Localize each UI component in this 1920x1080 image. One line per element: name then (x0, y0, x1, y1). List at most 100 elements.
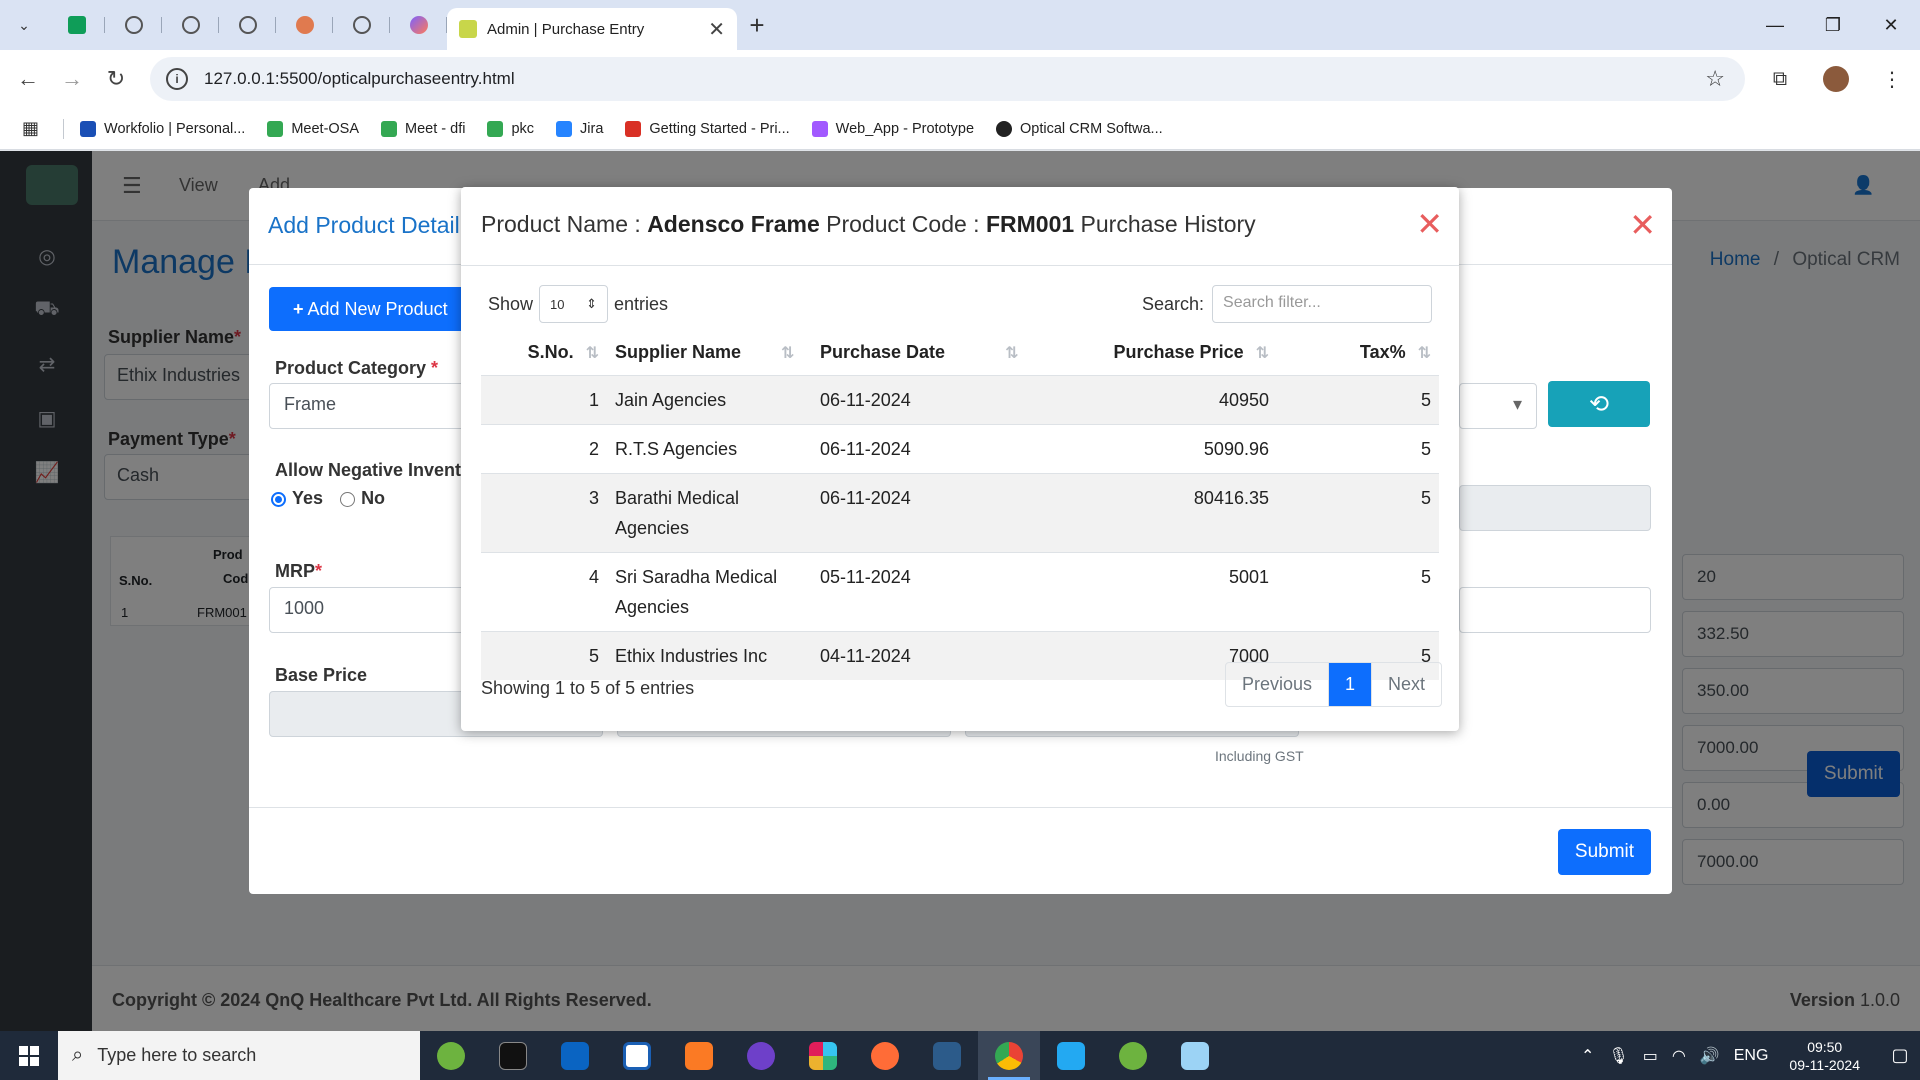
close-icon[interactable]: ✕ (1416, 205, 1443, 243)
battery-icon[interactable]: ▭ (1643, 1046, 1658, 1066)
sort-icon: ⇅ (1417, 345, 1431, 363)
restore-icon[interactable]: ❐ (1804, 0, 1862, 50)
product-select-dropdown[interactable]: ▾ (1459, 383, 1537, 429)
product-code: FRM001 (985, 211, 1075, 237)
table-info: Showing 1 to 5 of 5 entries (481, 678, 695, 698)
reload-icon[interactable]: ↻ (94, 66, 138, 92)
notification-icon[interactable]: ▢ (1880, 1045, 1920, 1066)
taskbar-app-github[interactable] (730, 1031, 792, 1080)
taskbar-app-terminal[interactable] (482, 1031, 544, 1080)
history-icon: ⟲ (1588, 390, 1610, 418)
bookmark-item[interactable]: Optical CRM Softwa... (996, 120, 1163, 137)
bookmark-item[interactable]: Meet - dfi (381, 120, 465, 137)
search-input[interactable]: Search filter... (1212, 285, 1433, 323)
start-button[interactable] (0, 1031, 58, 1080)
taskbar-search-placeholder: Type here to search (97, 1045, 257, 1065)
microphone-icon[interactable]: 🎙 (1608, 1046, 1628, 1066)
taskbar-app-word[interactable] (606, 1031, 668, 1080)
add-new-product-button[interactable]: + Add New Product (269, 287, 469, 331)
bookmark-item[interactable]: pkc (487, 120, 534, 137)
taskbar-app-vscode[interactable] (1040, 1031, 1102, 1080)
taskbar-app-postman[interactable] (854, 1031, 916, 1080)
more-menu-icon[interactable]: ⋮ (1864, 67, 1920, 92)
minimize-icon[interactable]: — (1746, 0, 1804, 50)
column-header-price[interactable]: Purchase Price ⇅ (1032, 331, 1277, 376)
sort-icon: ⇅ (1005, 345, 1019, 363)
close-window-icon[interactable]: ✕ (1862, 0, 1920, 50)
bookmark-item[interactable]: Workfolio | Personal... (80, 120, 245, 137)
page-length-value: 10 (550, 296, 565, 312)
address-bar[interactable]: i 127.0.0.1:5500/opticalpurchaseentry.ht… (150, 57, 1745, 101)
tab-search-chevron-icon[interactable]: ⌄ (0, 17, 48, 34)
clock[interactable]: 09:50 09-11-2024 (1789, 1038, 1860, 1074)
tab-close-icon[interactable]: ✕ (708, 17, 725, 42)
cell-date: 06-11-2024 (812, 424, 1032, 474)
column-header-date[interactable]: Purchase Date ⇅ (812, 331, 1032, 376)
pinned-tab-globe-3[interactable] (219, 9, 276, 41)
radio-no[interactable] (340, 491, 356, 507)
word-icon (623, 1041, 651, 1070)
taskbar-app-springtool-2[interactable] (1102, 1031, 1164, 1080)
close-icon[interactable]: ✕ (1629, 206, 1656, 244)
purchase-history-button[interactable]: ⟲ (1548, 381, 1650, 427)
add-product-submit-button[interactable]: Submit (1558, 829, 1651, 875)
pinned-tab-sheets[interactable] (48, 9, 105, 41)
taskbar-app-outlook[interactable] (544, 1031, 606, 1080)
bookmark-label: Optical CRM Softwa... (1020, 120, 1163, 137)
tab-title: Admin | Purchase Entry (487, 20, 645, 38)
sheets-icon (67, 16, 86, 34)
column-header-supplier[interactable]: Supplier Name ⇅ (607, 331, 812, 376)
pagination-page-1[interactable]: 1 (1329, 663, 1372, 706)
profile-avatar[interactable] (1823, 66, 1849, 92)
cell-sno: 1 (481, 375, 607, 425)
page-length-select[interactable]: 10 ⇕ (539, 285, 609, 323)
product-code-label: Product Code : (826, 211, 980, 237)
pagination-previous[interactable]: Previous (1226, 663, 1330, 706)
site-info-icon[interactable]: i (166, 68, 188, 90)
bookmark-item[interactable]: Jira (556, 120, 603, 137)
sort-icon: ⇅ (1255, 345, 1269, 363)
new-tab-button[interactable]: + (737, 10, 777, 41)
copilot-icon (409, 16, 428, 34)
taskbar-search[interactable]: ⌕ Type here to search (58, 1031, 420, 1080)
outlook-icon (561, 1041, 589, 1070)
wifi-icon[interactable]: ◠ (1672, 1046, 1686, 1066)
page-length-control: Show 10 ⇕ entries (488, 285, 668, 323)
mrp-label: MRP* (275, 561, 323, 581)
table-search: Search: Search filter... (1142, 285, 1433, 323)
pinned-tab-globe-1[interactable] (105, 9, 162, 41)
pinned-tab-globe-4[interactable] (333, 9, 390, 41)
entries-label: entries (614, 293, 669, 314)
apps-grid-icon[interactable]: ▦ (22, 118, 39, 139)
pinned-tab-copilot[interactable] (390, 9, 447, 41)
pinned-tab-globe-2[interactable] (162, 9, 219, 41)
language-indicator[interactable]: ENG (1734, 1047, 1769, 1065)
url-text: 127.0.0.1:5500/opticalpurchaseentry.html (204, 69, 515, 88)
column-header-sno[interactable]: S.No. ⇅ (481, 331, 607, 376)
radio-yes[interactable] (271, 491, 286, 507)
taskbar-app-sqlworkbench[interactable] (916, 1031, 978, 1080)
text-field[interactable] (1459, 587, 1651, 633)
bookmark-item[interactable]: Web_App - Prototype (811, 120, 974, 137)
taskbar-app-slack[interactable] (792, 1031, 854, 1080)
purchase-history-modal: Product Name : Adensco Frame Product Cod… (461, 187, 1459, 731)
taskbar-app-xampp[interactable] (668, 1031, 730, 1080)
taskbar-app-notepad[interactable] (1164, 1031, 1226, 1080)
tab-admin-purchase-entry[interactable]: Admin | Purchase Entry ✕ (447, 8, 737, 50)
forward-icon[interactable]: → (50, 66, 94, 92)
extensions-icon[interactable]: ⧉ (1752, 68, 1808, 91)
back-icon[interactable]: ← (6, 66, 50, 92)
pagination-next[interactable]: Next (1371, 663, 1441, 706)
bookmark-item[interactable]: Meet-OSA (267, 120, 359, 137)
bookmark-star-icon[interactable]: ☆ (1705, 66, 1725, 92)
system-tray: ⌃ 🎙 ▭ ◠ 🔊 ENG 09:50 09-11-2024 ▢ (1574, 1031, 1920, 1080)
bookmark-item[interactable]: Getting Started - Pri... (625, 120, 790, 137)
chevron-up-icon[interactable]: ⌃ (1581, 1046, 1594, 1066)
column-header-tax[interactable]: Tax% ⇅ (1277, 331, 1439, 376)
cell-price: 80416.35 (1032, 473, 1277, 553)
taskbar-app-chrome[interactable] (978, 1031, 1040, 1080)
taskbar-app-springtool[interactable] (420, 1031, 482, 1080)
pinned-tab-claude[interactable] (276, 9, 333, 41)
table-row: 2 R.T.S Agencies 06-11-2024 5090.96 5 (481, 424, 1439, 474)
volume-icon[interactable]: 🔊 (1700, 1046, 1720, 1066)
